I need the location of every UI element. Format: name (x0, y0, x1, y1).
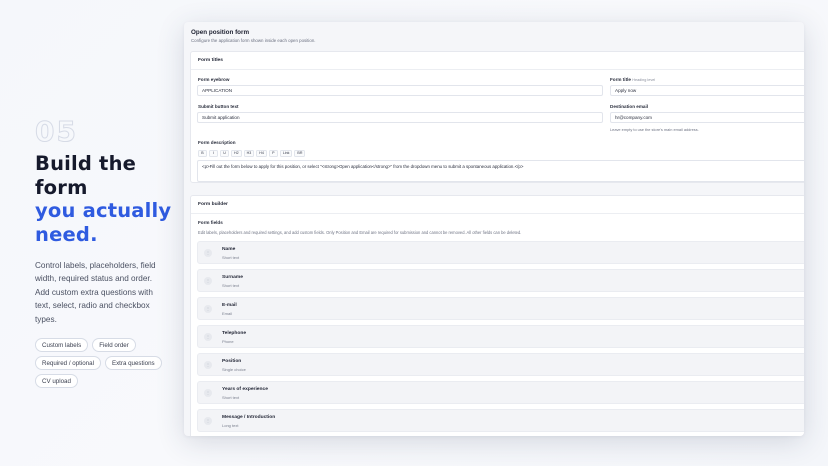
feature-pills: Custom labels Field order Required / opt… (35, 338, 165, 389)
drag-handle-icon[interactable]: ⋮ (204, 333, 212, 341)
field-row-message[interactable]: ⋮ Message / Introduction Long text (197, 409, 804, 432)
field-row-type: Email (222, 310, 233, 316)
hero-description: Control labels, placeholders, field widt… (35, 261, 156, 324)
form-title-input[interactable]: Apply now (610, 85, 804, 96)
form-titles-card: Form titles Form eyebrow APPLICATION For… (190, 51, 804, 183)
headline-accent-line-1: you actually (35, 199, 172, 222)
link-button[interactable]: Link (279, 150, 293, 157)
headline-line-2: form (35, 175, 88, 199)
field-row-type: Short text (222, 254, 240, 260)
settings-panel: Open position form Configure the applica… (184, 22, 804, 436)
field-row-type: Short text (222, 394, 240, 400)
form-title-label: Form title Heading level (610, 77, 655, 82)
hero-headline: Build the form you actually need. (35, 152, 185, 246)
panel-header: Open position form Configure the applica… (184, 22, 804, 43)
submit-button-text-input[interactable]: Submit application (197, 112, 603, 123)
h4-button[interactable]: H4 (256, 150, 267, 157)
panel-title: Open position form (191, 29, 250, 36)
field-row-surname[interactable]: ⋮ Surname Short text (197, 269, 804, 292)
form-fields-title: Form fields (198, 220, 223, 225)
pill-custom-labels: Custom labels (35, 338, 89, 353)
form-eyebrow-input[interactable]: APPLICATION (197, 85, 603, 96)
drag-handle-icon[interactable]: ⋮ (204, 389, 212, 397)
form-description-editor[interactable]: <p>Fill out the form below to apply for … (197, 160, 804, 182)
field-row-label: Message / Introduction (222, 415, 276, 420)
bold-button[interactable]: B (198, 150, 207, 157)
submit-button-text-label: Submit button text (198, 104, 239, 109)
h2-button[interactable]: H2 (231, 150, 242, 157)
form-title-label-text: Form title (610, 77, 631, 82)
pill-cv-upload: CV upload (35, 374, 78, 389)
field-row-telephone[interactable]: ⋮ Telephone Phone (197, 325, 804, 348)
line-break-button[interactable]: BR (294, 150, 306, 157)
form-builder-card-title: Form builder (191, 196, 804, 214)
headline-accent-line-2: need. (35, 222, 98, 246)
field-row-label: Years of experience (222, 387, 268, 392)
drag-handle-icon[interactable]: ⋮ (204, 417, 212, 425)
field-row-type: Short text (222, 282, 240, 288)
form-builder-card: Form builder Form fields Edit labels, pl… (190, 195, 804, 436)
panel-subtitle: Configure the application form shown ins… (191, 38, 316, 43)
drag-handle-icon[interactable]: ⋮ (204, 305, 212, 313)
field-row-years-of-experience[interactable]: ⋮ Years of experience Short text (197, 381, 804, 404)
form-description-label: Form description (198, 140, 236, 145)
paragraph-button[interactable]: P (268, 150, 278, 157)
field-row-label: Position (222, 359, 242, 364)
field-row-position[interactable]: ⋮ Position Single choice (197, 353, 804, 376)
form-titles-card-title: Form titles (191, 52, 804, 70)
italic-button[interactable]: I (209, 150, 218, 157)
drag-handle-icon[interactable]: ⋮ (204, 249, 212, 257)
h3-button[interactable]: H3 (243, 150, 255, 157)
field-row-type: Long text (222, 422, 239, 428)
destination-email-input[interactable]: hr@company.com (610, 112, 804, 123)
pill-extra-questions: Extra questions (104, 356, 162, 371)
heading-level-note: Heading level (632, 78, 656, 82)
hero-section: 05 Build the form you actually need. Con… (35, 115, 185, 389)
editor-toolbar: B I U H2 H3 H4 P Link BR (198, 150, 306, 157)
field-row-type: Single choice (222, 366, 246, 372)
field-row-type: Phone (222, 338, 234, 344)
pill-required-optional: Required / optional (35, 356, 101, 371)
field-row-label: Name (222, 247, 236, 252)
destination-email-label: Destination email (610, 104, 649, 109)
step-number: 05 (35, 115, 78, 148)
headline-line-1: Build the (35, 152, 137, 175)
drag-handle-icon[interactable]: ⋮ (204, 277, 212, 285)
form-fields-description: Edit labels, placeholders and required s… (198, 230, 522, 235)
field-row-label: Telephone (222, 331, 247, 336)
pill-field-order: Field order (92, 338, 136, 353)
field-row-name[interactable]: ⋮ Name Short text (197, 241, 804, 264)
field-row-label: E-mail (222, 303, 237, 308)
destination-email-help: Leave empty to use the store's main emai… (610, 127, 699, 132)
field-row-label: Surname (222, 275, 243, 280)
form-eyebrow-label: Form eyebrow (198, 77, 230, 82)
field-row-email[interactable]: ⋮ E-mail Email (197, 297, 804, 320)
drag-handle-icon[interactable]: ⋮ (204, 361, 212, 369)
underline-button[interactable]: U (220, 150, 229, 157)
